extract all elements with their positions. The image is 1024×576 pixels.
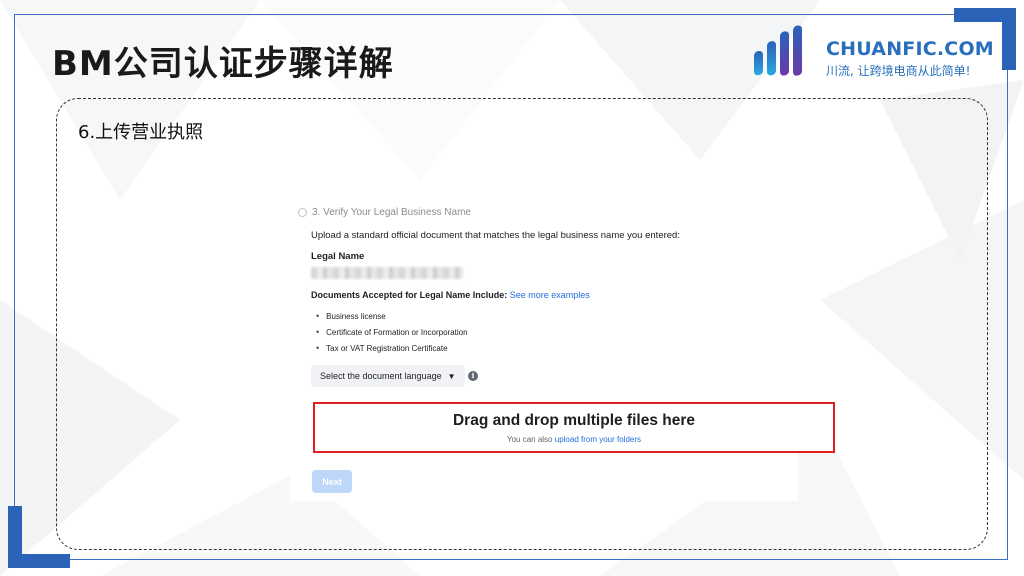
slide-title: BM公司认证步骤详解	[52, 44, 394, 84]
step-radio-icon	[298, 208, 307, 217]
dropzone-subtitle: You can also upload from your folders	[315, 435, 833, 444]
legal-name-label: Legal Name	[311, 251, 365, 262]
step-header-text: 3. Verify Your Legal Business Name	[312, 207, 471, 218]
file-dropzone[interactable]: Drag and drop multiple files here You ca…	[313, 402, 835, 453]
see-more-examples-link[interactable]: See more examples	[510, 290, 590, 300]
list-item: Tax or VAT Registration Certificate	[316, 340, 468, 356]
dropzone-sub-prefix: You can also	[506, 435, 553, 444]
upload-from-folders-link[interactable]: upload from your folders	[555, 435, 641, 444]
document-list: Business license Certificate of Formatio…	[316, 308, 468, 356]
upload-instruction: Upload a standard official document that…	[311, 230, 680, 241]
blurred-legal-name	[311, 267, 463, 279]
info-icon[interactable]: i	[468, 371, 478, 381]
step-header: 3. Verify Your Legal Business Name	[298, 207, 471, 218]
documents-label-text: Documents Accepted for Legal Name Includ…	[311, 290, 508, 300]
brand-logo: CHUANFIC.COM 川流, 让跨境电商从此简单!	[752, 24, 994, 86]
bars-logo-icon	[754, 25, 802, 76]
list-item: Business license	[316, 308, 468, 324]
caret-down-icon: ▼	[447, 371, 456, 381]
documents-accepted-label: Documents Accepted for Legal Name Includ…	[311, 290, 590, 300]
list-item: Certificate of Formation or Incorporatio…	[316, 324, 467, 340]
logo-name: CHUANFIC.COM	[826, 38, 994, 60]
logo-slogan: 川流, 让跨境电商从此简单!	[826, 64, 971, 78]
step-label: 6.上传营业执照	[78, 122, 204, 143]
embedded-screenshot: 3. Verify Your Legal Business Name Uploa…	[290, 203, 835, 501]
dropzone-title: Drag and drop multiple files here	[452, 412, 695, 429]
language-select-label: Select the document language	[320, 371, 442, 381]
document-language-select[interactable]: Select the document language ▼	[311, 365, 465, 387]
next-button[interactable]: Next	[312, 470, 352, 493]
